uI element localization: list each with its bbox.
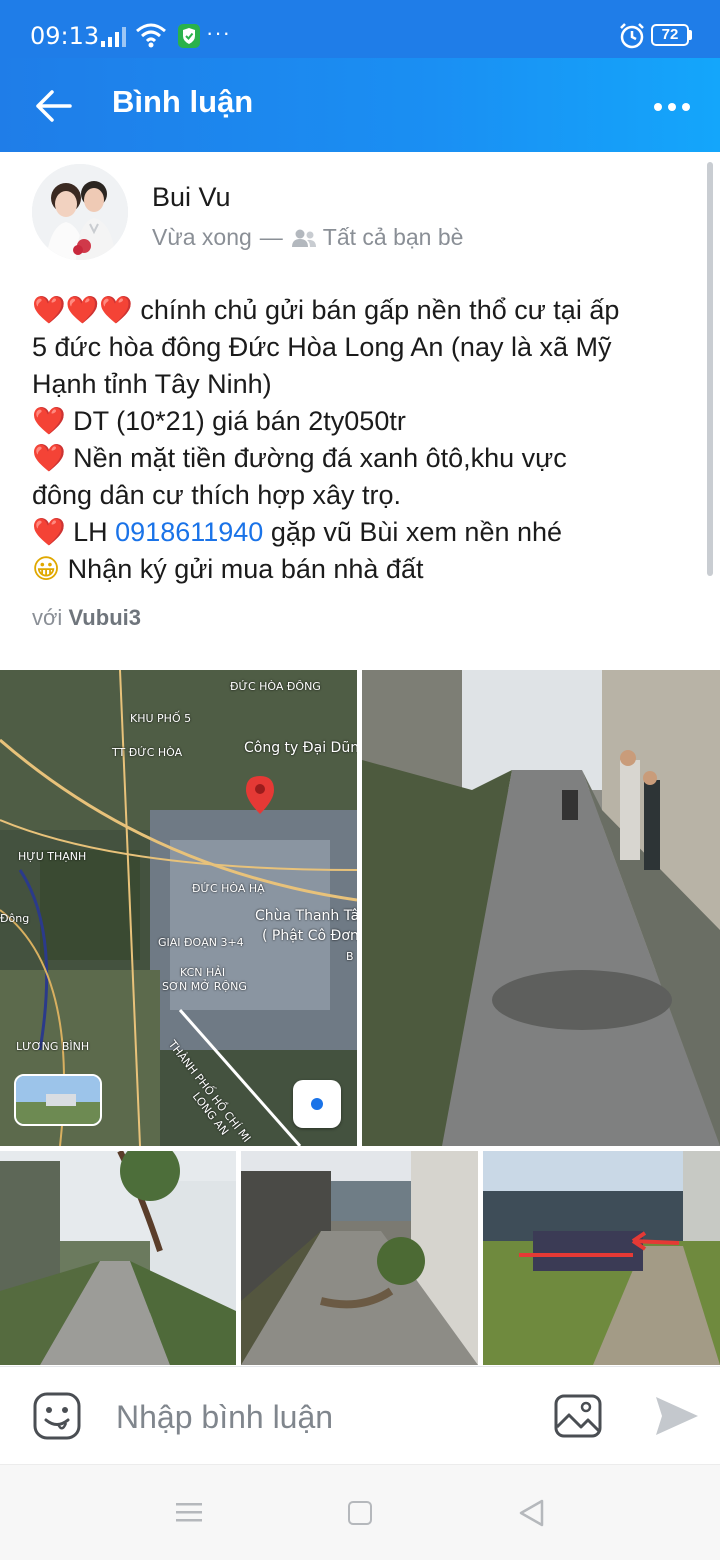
heart-emoji: ❤️: [32, 406, 66, 437]
image-icon[interactable]: [553, 1393, 603, 1439]
menu-icon[interactable]: [176, 1501, 202, 1523]
shield-icon: [178, 24, 200, 48]
content-line: ❤️ Nền mặt tiền đường đá xanh ôtô,khu vự…: [32, 440, 692, 477]
alarm-icon: [620, 23, 644, 49]
content-line: đông dân cư thích hợp xây trọ.: [32, 480, 401, 510]
street-image-2: [0, 1151, 236, 1365]
status-more-dots: ···: [206, 20, 231, 45]
content-line: 5 đức hòa đông Đức Hòa Long An (nay là x…: [32, 332, 612, 362]
post-time: Vừa xong: [152, 224, 252, 250]
street-image-3: [241, 1151, 478, 1365]
street-image-1: [362, 670, 720, 1146]
content-line: ❤️ LH 0918611940 gặp vũ Bùi xem nền nhé: [32, 514, 692, 551]
photo-street-2[interactable]: [0, 1151, 236, 1365]
avatar[interactable]: [32, 164, 128, 260]
content-line: ❤️❤️❤️ chính chủ gửi bán gấp nền thổ cư …: [32, 292, 692, 329]
comment-input[interactable]: [116, 1395, 516, 1439]
content-text: chính chủ gửi bán gấp nền thổ cư tại ấp: [132, 295, 620, 325]
signal-icon: [101, 27, 126, 47]
map-label: TT ĐỨC HÒA: [112, 746, 183, 759]
post-content: ❤️❤️❤️ chính chủ gửi bán gấp nền thổ cư …: [32, 292, 692, 588]
locate-button[interactable]: [293, 1080, 341, 1128]
back-arrow-icon[interactable]: [30, 82, 78, 130]
content-line: ❤️ DT (10*21) giá bán 2ty050tr: [32, 403, 692, 440]
system-nav-bar: [0, 1464, 720, 1560]
back-icon[interactable]: [518, 1499, 544, 1527]
location-dot-icon: [311, 1098, 323, 1110]
content-line: Hạnh tỉnh Tây Ninh): [32, 369, 272, 399]
meta-separator: —: [259, 224, 283, 250]
phone-link[interactable]: 0918611940: [115, 517, 263, 547]
emoji-icon[interactable]: [32, 1391, 82, 1441]
status-bar: 09:13 ··· 72: [0, 0, 720, 58]
wifi-icon: [136, 23, 166, 48]
content-text: DT (10*21) giá bán 2ty050tr: [65, 406, 406, 436]
map-label: LƯƠNG BÌNH: [16, 1040, 90, 1053]
map-label: Chùa Thanh Tâ: [255, 908, 357, 924]
avatar-photo: [32, 164, 128, 260]
map-label: Công ty Đại Dũn: [244, 740, 357, 756]
photo-lot[interactable]: [483, 1151, 720, 1365]
photo-street-1[interactable]: [362, 670, 720, 1146]
scrollbar[interactable]: [707, 162, 713, 576]
street-view-thumbnail[interactable]: [14, 1074, 102, 1126]
battery-level: 72: [661, 26, 679, 43]
heart-emoji: ❤️: [32, 517, 66, 548]
map-label: ĐỨC HÒA ĐÔNG: [230, 680, 321, 693]
content-text: gặp vũ Bùi xem nền nhé: [263, 517, 563, 547]
friends-privacy-icon: [291, 229, 316, 247]
post-meta: Vừa xong — Tất cả bạn bè: [152, 224, 463, 251]
map-label: KHU PHỐ 5: [130, 712, 192, 725]
map-label: Đông: [0, 912, 30, 925]
map-label: HỰU THẠNH: [18, 850, 87, 863]
more-options-icon[interactable]: [648, 92, 696, 122]
post-card: Bui Vu Vừa xong — Tất cả bạn bè ❤️❤️❤️ c…: [0, 152, 720, 1366]
map-label: B: [346, 950, 354, 963]
tagged-prefix: với: [32, 605, 63, 630]
map-label: ( Phật Cô Đơn: [262, 928, 357, 944]
post-privacy: Tất cả bạn bè: [322, 224, 464, 250]
smile-emoji: 😀: [32, 554, 61, 585]
heart-emoji: ❤️❤️❤️: [32, 295, 133, 326]
lot-image: [483, 1151, 720, 1365]
content-text: Nhận ký gửi mua bán nhà đất: [60, 554, 424, 584]
map-label: ĐỨC HÒA HẠ: [192, 882, 265, 895]
heart-emoji: ❤️: [32, 443, 66, 474]
author-name[interactable]: Bui Vu: [152, 182, 231, 213]
map-label: GIAI ĐOẠN 3+4: [158, 936, 244, 949]
comment-bar: [0, 1366, 720, 1464]
status-time: 09:13: [30, 22, 100, 50]
map-label: KCN HẢI: [180, 966, 226, 979]
map-label: SƠN MỞ RỘNG: [162, 980, 247, 993]
photo-map[interactable]: ĐỨC HÒA ĐÔNG KHU PHỐ 5 TT ĐỨC HÒA Công t…: [0, 670, 357, 1146]
battery-icon: 72: [651, 24, 689, 46]
tagged-user[interactable]: Vubui3: [68, 605, 141, 630]
content-text: LH: [65, 517, 116, 547]
street-view-image: [16, 1076, 100, 1124]
content-text: Nền mặt tiền đường đá xanh ôtô,khu vực: [65, 443, 567, 473]
page-title: Bình luận: [112, 84, 254, 119]
tagged-line: với Vubui3: [32, 605, 141, 631]
photo-street-3[interactable]: [241, 1151, 478, 1365]
content-line: 😀 Nhận ký gửi mua bán nhà đất: [32, 551, 692, 588]
home-icon[interactable]: [348, 1501, 372, 1525]
battery-tip: [689, 30, 692, 40]
map-pin-icon: [246, 776, 274, 814]
send-icon[interactable]: [654, 1395, 700, 1437]
app-header: Bình luận: [0, 58, 720, 152]
